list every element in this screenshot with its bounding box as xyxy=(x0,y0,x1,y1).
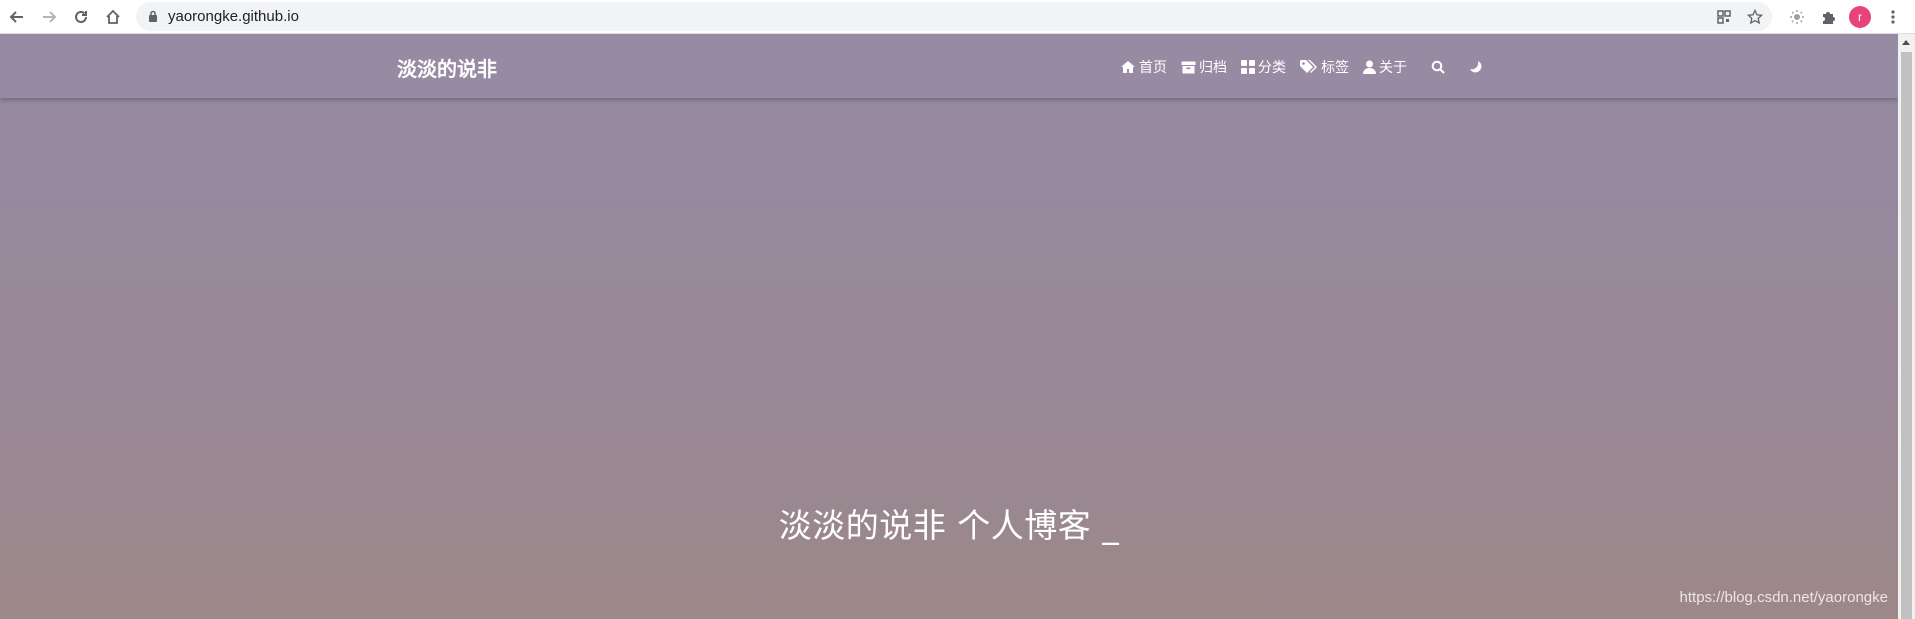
lock-icon xyxy=(149,10,157,22)
profile-button[interactable]: r xyxy=(1847,4,1873,30)
nav-item-label: 分类 xyxy=(1258,60,1286,76)
nav-item-archive[interactable]: 归档 xyxy=(1181,57,1227,77)
site-brand[interactable]: 淡淡的说非 xyxy=(397,53,497,82)
extensions-menu-button[interactable] xyxy=(1815,4,1841,30)
nav-item-label: 关于 xyxy=(1379,60,1407,76)
url-text: yaorongke.github.io xyxy=(168,8,299,25)
extension-button[interactable] xyxy=(1784,4,1810,30)
browser-toolbar: yaorongke.github.io r xyxy=(0,0,1915,34)
browser-menu-button[interactable] xyxy=(1880,4,1906,30)
archive-icon xyxy=(1181,61,1196,73)
nav-item-label: 归档 xyxy=(1199,60,1227,76)
arrow-left-icon xyxy=(9,11,23,23)
arrow-right-icon xyxy=(43,11,57,23)
search-button[interactable] xyxy=(1431,60,1445,74)
page-viewport: 淡淡的说非 首页 归档 分类 标签 关于 淡淡的说非 个人博客 _ https:… xyxy=(0,34,1898,619)
user-icon xyxy=(1363,60,1376,74)
theme-toggle-button[interactable] xyxy=(1469,60,1483,74)
nav-item-label: 标签 xyxy=(1321,60,1349,76)
home-outline-icon xyxy=(106,9,120,24)
site-nav: 首页 归档 分类 标签 关于 xyxy=(1120,55,1507,79)
star-icon xyxy=(1747,9,1763,25)
reload-button[interactable] xyxy=(68,4,94,30)
puzzle-icon xyxy=(1823,12,1835,24)
search-icon xyxy=(1431,60,1445,74)
reload-icon xyxy=(75,10,87,23)
qr-code-icon xyxy=(1717,10,1731,24)
grid-icon xyxy=(1241,60,1255,74)
nav-item-label: 首页 xyxy=(1139,60,1167,76)
sun-icon xyxy=(1790,10,1804,24)
watermark-text: https://blog.csdn.net/yaorongke xyxy=(1679,589,1888,606)
address-bar[interactable]: yaorongke.github.io xyxy=(136,2,1772,31)
nav-item-about[interactable]: 关于 xyxy=(1363,57,1407,77)
moon-icon xyxy=(1470,61,1482,73)
home-button[interactable] xyxy=(100,4,126,30)
back-button[interactable] xyxy=(4,4,30,30)
bookmark-button[interactable] xyxy=(1745,7,1765,27)
kebab-menu-icon xyxy=(1891,10,1895,24)
site-header: 淡淡的说非 首页 归档 分类 标签 关于 xyxy=(0,34,1898,98)
hero-title: 淡淡的说非 个人博客 _ xyxy=(778,506,1120,545)
vertical-scrollbar[interactable] xyxy=(1898,34,1915,619)
avatar: r xyxy=(1849,6,1871,28)
nav-item-categories[interactable]: 分类 xyxy=(1241,57,1286,77)
qr-code-button[interactable] xyxy=(1714,7,1734,27)
tags-icon xyxy=(1300,60,1317,73)
home-icon xyxy=(1121,61,1135,73)
scroll-up-arrow-icon[interactable] xyxy=(1902,40,1910,45)
forward-button[interactable] xyxy=(36,4,62,30)
scroll-thumb[interactable] xyxy=(1901,52,1912,619)
nav-item-tags[interactable]: 标签 xyxy=(1300,57,1349,77)
nav-item-home[interactable]: 首页 xyxy=(1120,57,1167,77)
